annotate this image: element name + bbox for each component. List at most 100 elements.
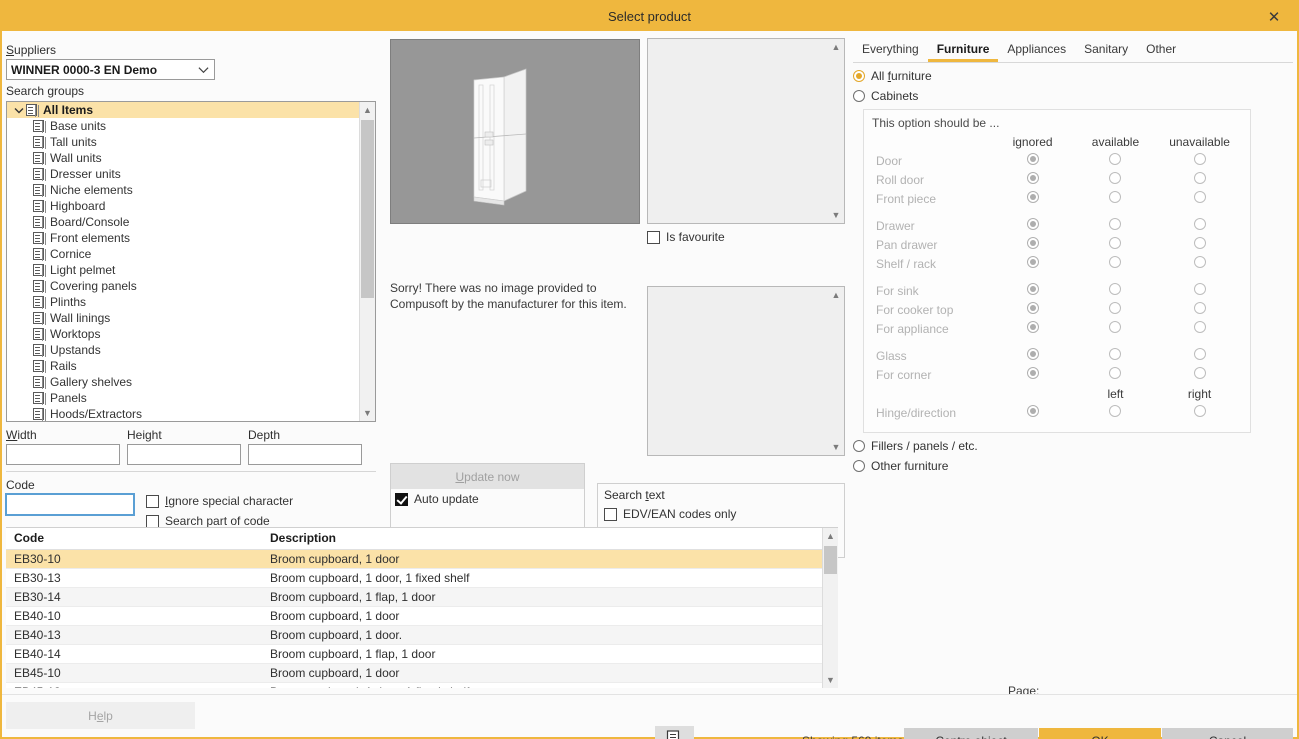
option-ignored-radio[interactable]: [1027, 153, 1039, 165]
table-row[interactable]: EB40-14Broom cupboard, 1 flap, 1 door: [6, 644, 822, 663]
report-button[interactable]: [655, 726, 694, 739]
tab-everything[interactable]: Everything: [853, 39, 928, 62]
tree-item[interactable]: Light pelmet: [7, 262, 359, 278]
update-now-button[interactable]: Update now: [391, 464, 584, 489]
search-groups-tree[interactable]: All Items Base unitsTall unitsWall units…: [6, 101, 376, 422]
table-row[interactable]: EB30-13Broom cupboard, 1 door, 1 fixed s…: [6, 568, 822, 587]
option-available-radio[interactable]: [1109, 302, 1121, 314]
column-header-code[interactable]: Code: [6, 528, 262, 549]
option-unavailable-radio[interactable]: [1194, 256, 1206, 268]
tree-item-all-items[interactable]: All Items: [7, 102, 359, 118]
option-unavailable-cell[interactable]: [1157, 346, 1242, 365]
option-ignored-radio[interactable]: [1027, 172, 1039, 184]
code-input[interactable]: [6, 494, 134, 515]
search-part-checkbox[interactable]: [146, 515, 159, 528]
option-available-radio[interactable]: [1109, 218, 1121, 230]
option-ignored-radio[interactable]: [1027, 218, 1039, 230]
details-top-scrollbar[interactable]: ▲ ▼: [828, 39, 844, 223]
fillers-row[interactable]: Fillers / panels / etc.: [853, 439, 1293, 453]
edv-ean-checkbox[interactable]: [604, 508, 617, 521]
option-unavailable-radio[interactable]: [1194, 283, 1206, 295]
option-ignored-cell[interactable]: [991, 346, 1073, 365]
tree-item[interactable]: Upstands: [7, 342, 359, 358]
option-available-radio[interactable]: [1109, 348, 1121, 360]
option-unavailable-radio[interactable]: [1194, 153, 1206, 165]
option-unavailable-cell[interactable]: [1157, 216, 1242, 235]
option-ignored-cell[interactable]: [991, 281, 1073, 300]
ignore-special-row[interactable]: Ignore special character: [146, 491, 293, 511]
fillers-radio[interactable]: [853, 440, 865, 452]
supplier-select[interactable]: WINNER 0000-3 EN Demo: [6, 59, 215, 80]
option-available-radio[interactable]: [1109, 283, 1121, 295]
hinge-left-cell[interactable]: [1074, 403, 1157, 422]
hinge-right-cell[interactable]: [1157, 403, 1242, 422]
option-available-cell[interactable]: [1074, 235, 1157, 254]
option-ignored-radio[interactable]: [1027, 348, 1039, 360]
table-row[interactable]: EB30-14Broom cupboard, 1 flap, 1 door: [6, 587, 822, 606]
product-preview[interactable]: [390, 39, 640, 224]
option-ignored-cell[interactable]: [991, 189, 1073, 208]
option-ignored-cell[interactable]: [991, 151, 1073, 170]
option-unavailable-cell[interactable]: [1157, 235, 1242, 254]
details-listbox-top[interactable]: ▲ ▼: [647, 38, 845, 224]
option-available-cell[interactable]: [1074, 319, 1157, 338]
option-unavailable-cell[interactable]: [1157, 281, 1242, 300]
other-furniture-radio[interactable]: [853, 460, 865, 472]
width-input[interactable]: [6, 444, 120, 465]
all-furniture-row[interactable]: All furniture: [853, 69, 1293, 83]
option-available-cell[interactable]: [1074, 254, 1157, 273]
column-header-description[interactable]: Description: [262, 528, 822, 549]
tree-item[interactable]: Covering panels: [7, 278, 359, 294]
tree-item[interactable]: Highboard: [7, 198, 359, 214]
table-row[interactable]: EB40-13Broom cupboard, 1 door.: [6, 625, 822, 644]
details-bottom-scrollbar[interactable]: ▲ ▼: [828, 287, 844, 455]
tab-other[interactable]: Other: [1137, 39, 1185, 62]
option-ignored-cell[interactable]: [991, 319, 1073, 338]
option-available-cell[interactable]: [1074, 151, 1157, 170]
other-furniture-row[interactable]: Other furniture: [853, 459, 1293, 473]
option-ignored-cell[interactable]: [991, 170, 1073, 189]
edv-ean-row[interactable]: EDV/EAN codes only: [604, 504, 838, 524]
tree-item[interactable]: Board/Console: [7, 214, 359, 230]
is-favourite-row[interactable]: Is favourite: [647, 230, 725, 244]
option-unavailable-cell[interactable]: [1157, 319, 1242, 338]
option-ignored-radio[interactable]: [1027, 283, 1039, 295]
option-available-radio[interactable]: [1109, 321, 1121, 333]
table-scrollbar[interactable]: ▲ ▼: [822, 528, 838, 688]
option-available-cell[interactable]: [1074, 281, 1157, 300]
scroll-up-icon[interactable]: ▲: [828, 287, 844, 303]
option-ignored-cell[interactable]: [991, 254, 1073, 273]
option-unavailable-cell[interactable]: [1157, 151, 1242, 170]
option-unavailable-radio[interactable]: [1194, 172, 1206, 184]
option-unavailable-cell[interactable]: [1157, 254, 1242, 273]
is-favourite-checkbox[interactable]: [647, 231, 660, 244]
option-available-cell[interactable]: [1074, 189, 1157, 208]
ignore-special-checkbox[interactable]: [146, 495, 159, 508]
hinge-right-radio[interactable]: [1194, 405, 1206, 417]
option-unavailable-radio[interactable]: [1194, 218, 1206, 230]
tree-item[interactable]: Wall linings: [7, 310, 359, 326]
option-available-radio[interactable]: [1109, 256, 1121, 268]
tree-item[interactable]: Rails: [7, 358, 359, 374]
scroll-down-icon[interactable]: ▼: [828, 439, 844, 455]
hinge-ignored-cell[interactable]: [991, 403, 1073, 422]
help-button[interactable]: Help: [6, 702, 195, 729]
details-listbox-bottom[interactable]: ▲ ▼: [647, 286, 845, 456]
cabinets-row[interactable]: Cabinets: [853, 89, 1293, 103]
option-ignored-radio[interactable]: [1027, 367, 1039, 379]
option-unavailable-radio[interactable]: [1194, 191, 1206, 203]
option-available-cell[interactable]: [1074, 365, 1157, 384]
table-row[interactable]: EB30-10Broom cupboard, 1 door: [6, 549, 822, 568]
tree-item[interactable]: Niche elements: [7, 182, 359, 198]
table-row[interactable]: EB45-10Broom cupboard, 1 door: [6, 663, 822, 682]
centre-object-button[interactable]: Centre object: [904, 728, 1038, 739]
option-ignored-cell[interactable]: [991, 216, 1073, 235]
tab-sanitary[interactable]: Sanitary: [1075, 39, 1137, 62]
tree-item[interactable]: Base units: [7, 118, 359, 134]
table-row[interactable]: EB40-10Broom cupboard, 1 door: [6, 606, 822, 625]
option-unavailable-cell[interactable]: [1157, 300, 1242, 319]
products-table[interactable]: Code Description EB30-10Broom cupboard, …: [6, 527, 838, 688]
tree-item[interactable]: Worktops: [7, 326, 359, 342]
scroll-thumb[interactable]: [824, 546, 837, 574]
option-available-radio[interactable]: [1109, 367, 1121, 379]
